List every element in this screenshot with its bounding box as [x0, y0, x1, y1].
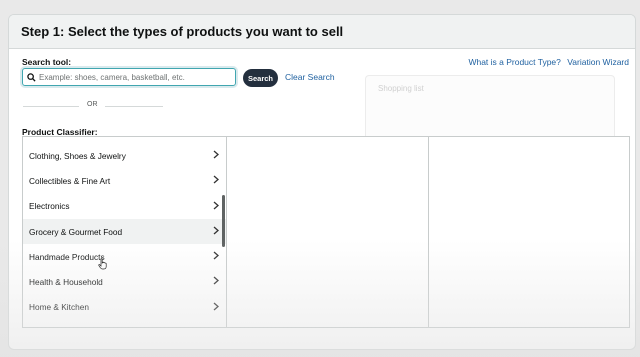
classifier-item[interactable]: Grocery & Gourmet Food	[23, 218, 226, 245]
classifier-scrollbar[interactable]	[222, 195, 225, 247]
chevron-right-icon	[213, 302, 219, 311]
classifier-column-1[interactable]: Clothing, Shoes & Jewelry Collectibles &…	[23, 137, 227, 327]
classifier-column-3	[429, 137, 629, 327]
product-classifier: Clothing, Shoes & Jewelry Collectibles &…	[22, 136, 630, 328]
clear-search-link[interactable]: Clear Search	[285, 72, 335, 82]
classifier-item-label: Collectibles & Fine Art	[29, 175, 111, 186]
chevron-right-icon	[213, 150, 219, 159]
classifier-item-label: Grocery & Gourmet Food	[29, 226, 123, 237]
chevron-right-icon	[213, 276, 219, 285]
step-title: Step 1: Select the types of products you…	[21, 24, 344, 39]
classifier-item[interactable]: Clothing, Shoes & Jewelry	[23, 143, 226, 168]
chevron-right-icon	[213, 175, 219, 184]
search-input-box[interactable]	[22, 68, 236, 86]
search-button[interactable]: Search	[243, 69, 278, 87]
classifier-item[interactable]: Health & Household	[23, 269, 226, 294]
chevron-right-icon	[213, 251, 219, 260]
background-panel-text: Shopping list	[378, 84, 424, 93]
classifier-item-label: Clothing, Shoes & Jewelry	[29, 150, 126, 161]
search-icon	[27, 72, 36, 82]
classifier-column-2	[227, 137, 429, 327]
classifier-item[interactable]: Electronics	[23, 194, 226, 219]
search-tool-label: Search tool:	[22, 57, 72, 67]
or-divider-left	[23, 106, 79, 107]
classifier-item-label: Health & Household	[29, 277, 103, 288]
or-divider-text: OR	[87, 101, 98, 108]
classifier-item-label: Electronics	[29, 201, 70, 212]
search-input[interactable]	[39, 72, 219, 82]
classifier-item-label: Home & Kitchen	[29, 302, 89, 313]
or-divider-right	[105, 106, 163, 107]
help-links: What is a Product Type? Variation Wizard	[464, 57, 629, 67]
chevron-right-icon	[213, 226, 219, 235]
variation-wizard-link[interactable]: Variation Wizard	[567, 57, 629, 67]
chevron-right-icon	[213, 201, 219, 210]
hand-pointer-cursor-icon	[98, 258, 107, 270]
product-type-link[interactable]: What is a Product Type?	[468, 57, 560, 67]
classifier-item[interactable]: Handmade Products	[23, 244, 226, 269]
classifier-item[interactable]: Home & Kitchen	[23, 295, 226, 320]
card-header: Step 1: Select the types of products you…	[9, 15, 635, 49]
classifier-item-label: Handmade Products	[29, 251, 105, 262]
classifier-item[interactable]: Collectibles & Fine Art	[23, 168, 226, 193]
step-card: Step 1: Select the types of products you…	[8, 14, 636, 350]
